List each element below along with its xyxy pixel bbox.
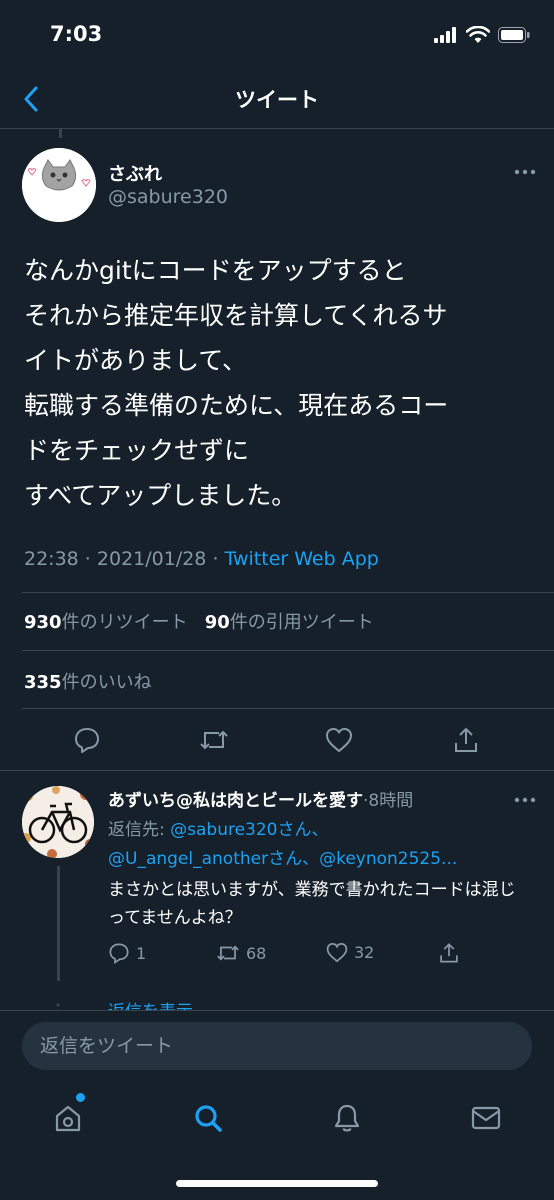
status-time: 7:03 <box>50 22 103 46</box>
back-chevron-icon <box>24 86 38 112</box>
reply-author-avatar[interactable] <box>22 786 94 858</box>
tab-home[interactable] <box>48 1098 88 1138</box>
more-icon <box>514 169 536 175</box>
status-icons <box>434 26 530 44</box>
reply-more-options-button[interactable] <box>514 788 536 807</box>
reply-retweet-button[interactable]: 68 <box>216 942 266 964</box>
retweet-button[interactable] <box>197 723 231 757</box>
tab-search[interactable] <box>188 1098 228 1138</box>
retweets-link[interactable]: 930件のリツイート <box>24 612 188 633</box>
share-icon <box>440 943 458 963</box>
engagement-stats: 930件のリツイート 90件の引用ツイート <box>24 608 374 634</box>
reply-retweet-count: 68 <box>246 943 267 963</box>
meta-separator: · <box>206 548 225 570</box>
battery-icon <box>498 27 530 43</box>
author-name[interactable]: さぶれ <box>108 160 162 186</box>
likes-link[interactable]: 335件のいいね <box>24 668 152 694</box>
retweet-label: 件のリツイート <box>61 612 188 633</box>
author-avatar[interactable] <box>22 148 96 222</box>
reply-icon <box>109 943 129 964</box>
reply-like-button[interactable]: 32 <box>326 942 374 963</box>
retweet-count: 930 <box>24 612 62 633</box>
likes-divider <box>22 708 554 709</box>
reply-text: まさかとは思いますが、業務で書かれたコードは混じってませんよね？ <box>108 880 516 928</box>
home-icon <box>55 1105 81 1132</box>
search-icon <box>195 1105 222 1132</box>
stats-divider <box>22 650 554 651</box>
show-replies-link[interactable]: 返信を表示 <box>108 997 193 1011</box>
wifi-icon <box>466 26 490 43</box>
reply-header: あずいち@私は肉とビールを愛す·8時間 <box>108 786 413 811</box>
replying-to-user-1[interactable]: @sabure320さん、 <box>170 820 328 840</box>
more-icon <box>514 797 536 803</box>
meta-divider <box>22 592 554 593</box>
more-options-button[interactable] <box>514 160 536 179</box>
reply-author-name[interactable]: あずいち@私は肉とビールを愛す <box>108 791 363 811</box>
reply-icon <box>75 728 99 753</box>
reply-time: 8時間 <box>368 791 414 811</box>
like-button[interactable] <box>322 723 356 757</box>
replying-to: 返信先: @sabure320さん、 @U_angel_anotherさん、@k… <box>108 816 528 874</box>
reply-button[interactable] <box>70 723 104 757</box>
quote-count: 90 <box>204 612 230 633</box>
tweet-source-link[interactable]: Twitter Web App <box>225 548 379 570</box>
home-notification-dot <box>76 1093 85 1102</box>
share-button[interactable] <box>449 723 483 757</box>
reply-reply-count: 1 <box>136 943 147 963</box>
retweet-icon <box>217 945 239 961</box>
author-handle[interactable]: @sabure320 <box>108 186 228 208</box>
reply-like-count: 32 <box>354 943 375 962</box>
like-count: 335 <box>24 672 62 693</box>
back-button[interactable] <box>16 84 46 114</box>
replying-to-label: 返信先: <box>108 820 171 840</box>
share-icon <box>455 727 477 752</box>
retweet-icon <box>200 730 228 750</box>
tab-notifications[interactable] <box>327 1098 367 1138</box>
tweet-date: 2021/01/28 <box>96 548 207 570</box>
page-title: ツイート <box>235 88 319 112</box>
home-indicator <box>176 1180 378 1187</box>
tweet-time: 22:38 <box>24 548 79 570</box>
quote-label: 件の引用ツイート <box>229 612 374 633</box>
tweet-text: なんかgitにコードをアップすると それから推定年収を計算してくれるサ イトがあ… <box>24 256 449 510</box>
like-label: 件のいいね <box>61 672 152 693</box>
signal-icon <box>434 27 456 43</box>
replying-to-users-2[interactable]: @U_angel_anotherさん、@keynon2525... <box>108 849 457 869</box>
compose-divider <box>0 1010 554 1011</box>
reply-thread-line <box>57 866 60 981</box>
tab-messages[interactable] <box>466 1098 506 1138</box>
thread-line <box>59 128 62 138</box>
reply-reply-button[interactable]: 1 <box>108 942 146 964</box>
header-divider <box>0 128 554 129</box>
quotes-link[interactable]: 90件の引用ツイート <box>205 612 374 633</box>
meta-separator: · <box>78 548 97 570</box>
like-icon <box>326 728 352 752</box>
actions-divider <box>0 770 554 771</box>
like-icon <box>326 942 348 963</box>
reply-share-button[interactable] <box>438 942 460 964</box>
cat-avatar-image <box>22 148 96 222</box>
messages-icon <box>471 1106 501 1130</box>
notifications-icon <box>334 1104 360 1132</box>
reply-compose-input[interactable] <box>22 1022 532 1070</box>
tweet-metadata: 22:38 · 2021/01/28 · Twitter Web App <box>24 548 379 570</box>
bicycle-avatar-image <box>22 786 94 858</box>
